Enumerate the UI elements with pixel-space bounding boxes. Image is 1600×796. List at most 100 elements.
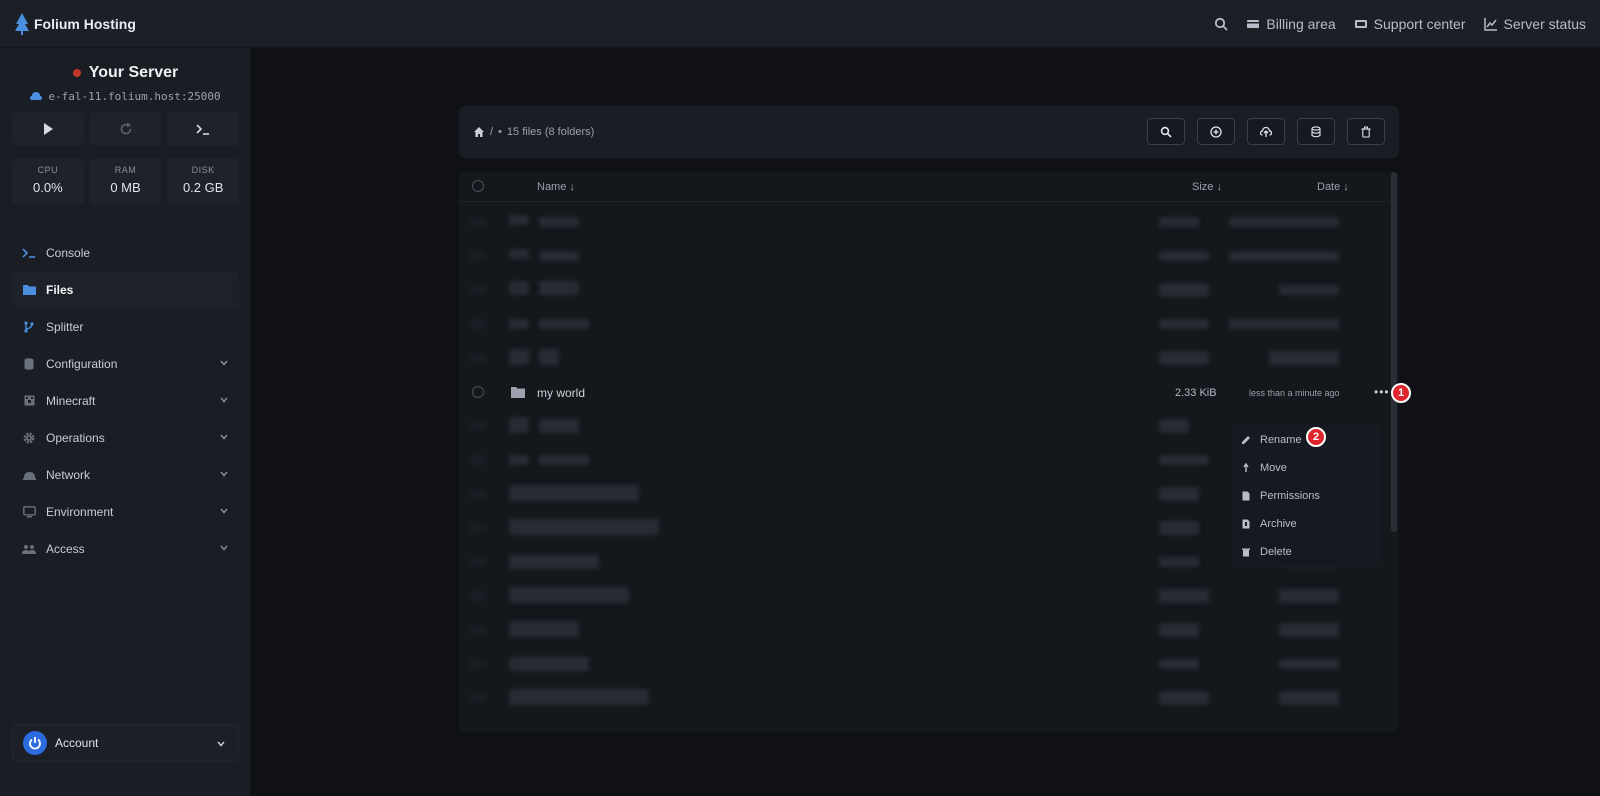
delete-button[interactable] (1347, 118, 1385, 145)
select-all-checkbox[interactable] (472, 180, 484, 192)
permissions-menu-item[interactable]: Permissions (1231, 482, 1381, 510)
file-count-summary: 15 files (8 folders) (506, 126, 595, 138)
file-context-menu: Rename Move Permissions Archive Delete (1231, 424, 1381, 567)
pencil-icon (1242, 436, 1250, 444)
account-menu[interactable]: Account (12, 724, 239, 762)
search-button[interactable] (1214, 17, 1229, 31)
more-options-button[interactable]: ••• (1374, 385, 1390, 399)
file-row-blurred[interactable] (459, 273, 1389, 307)
sidebar-item-splitter[interactable]: Splitter (12, 308, 239, 345)
archive-icon (1242, 519, 1250, 529)
sidebar-item-minecraft[interactable]: Minecraft (12, 382, 239, 419)
support-center-link[interactable]: Support center (1354, 16, 1466, 32)
file-row-blurred[interactable] (459, 205, 1389, 239)
sidebar-item-label: Environment (46, 504, 114, 519)
create-button[interactable] (1197, 118, 1235, 145)
support-center-label: Support center (1373, 15, 1466, 32)
ram-label: RAM (114, 165, 137, 175)
sidebar-item-console[interactable]: Console (12, 234, 239, 271)
server-name: Your Server (88, 64, 179, 81)
brand[interactable]: Folium Hosting (14, 12, 136, 36)
file-row-my-world[interactable]: my world 2.33 KiB less than a minute ago… (459, 375, 1389, 409)
chevron-down-icon (220, 471, 228, 477)
ram-value: 0 MB (110, 180, 141, 195)
column-name[interactable]: Name ↓ (537, 181, 575, 193)
monitor-icon (22, 505, 36, 519)
server-host[interactable]: e-fal-11.folium.host:25000 (0, 90, 251, 103)
sidebar-item-label: Network (46, 467, 91, 482)
sidebar-item-environment[interactable]: Environment (12, 493, 239, 530)
disk-value: 0.2 GB (182, 180, 224, 195)
move-label: Move (1260, 462, 1287, 474)
chevron-down-icon (220, 545, 228, 551)
chevron-down-icon (217, 741, 225, 747)
console-button[interactable] (167, 112, 240, 146)
sidebar-item-label: Minecraft (46, 393, 96, 408)
file-row-blurred[interactable] (459, 613, 1389, 647)
move-menu-item[interactable]: Move (1231, 454, 1381, 482)
server-status-link[interactable]: Server status (1483, 16, 1586, 32)
move-icon (1243, 463, 1249, 472)
cpu-value: 0.0% (33, 180, 63, 195)
search-files-button[interactable] (1147, 118, 1185, 145)
file-row-blurred[interactable] (459, 239, 1389, 273)
trash-icon (1361, 126, 1371, 138)
file-row-blurred[interactable] (459, 307, 1389, 341)
sidebar-item-operations[interactable]: Operations (12, 419, 239, 456)
delete-label: Delete (1260, 546, 1292, 558)
start-button[interactable] (12, 112, 84, 146)
cloud-icon (30, 92, 43, 100)
search-icon (1215, 17, 1229, 31)
sidebar-item-label: Access (46, 541, 85, 556)
restart-icon (120, 122, 131, 135)
delete-menu-item[interactable]: Delete (1231, 538, 1381, 566)
sidebar-item-label: Splitter (46, 319, 84, 334)
breadcrumb: / • 15 files (8 folders) (473, 126, 594, 138)
brand-name: Folium Hosting (34, 15, 136, 32)
breadcrumb-bullet: • (498, 126, 502, 138)
rename-label: Rename (1260, 434, 1302, 446)
server-title: Your Server (0, 64, 251, 82)
breadcrumb-separator: / (490, 126, 494, 138)
sidebar-item-label: Files (46, 282, 74, 297)
file-size: 2.33 KiB (1175, 387, 1217, 399)
column-size[interactable]: Size ↓ (1192, 181, 1222, 193)
row-checkbox[interactable] (472, 386, 484, 398)
file-row-blurred[interactable] (459, 681, 1389, 715)
column-date[interactable]: Date ↓ (1317, 181, 1349, 193)
file-row-blurred[interactable] (459, 341, 1389, 375)
restart-button[interactable] (89, 112, 162, 146)
server-host-address: e-fal-11.folium.host:25000 (48, 90, 221, 103)
billing-area-link[interactable]: Billing area (1246, 16, 1336, 32)
cube-icon (22, 394, 36, 408)
scrollbar[interactable] (1391, 172, 1397, 532)
file-list-header: Name ↓ Size ↓ Date ↓ (459, 172, 1399, 202)
home-icon[interactable] (473, 126, 485, 138)
file-row-blurred[interactable] (459, 579, 1389, 613)
archive-menu-item[interactable]: Archive (1231, 510, 1381, 538)
sidebar-item-configuration[interactable]: Configuration (12, 345, 239, 382)
ram-stat: RAM 0 MB (89, 158, 162, 204)
sidebar-item-network[interactable]: Network (12, 456, 239, 493)
upload-button[interactable] (1247, 118, 1285, 145)
file-row-blurred[interactable] (459, 647, 1389, 681)
step-badge-1: 1 (1391, 383, 1411, 403)
ticket-icon (1354, 19, 1367, 28)
top-nav: Billing area Support center Server statu… (1214, 16, 1586, 32)
cpu-stat: CPU 0.0% (12, 158, 84, 204)
file-name[interactable]: my world (537, 386, 585, 400)
play-icon (43, 123, 53, 135)
resource-stats: CPU 0.0% RAM 0 MB DISK 0.2 GB (12, 158, 240, 204)
power-controls (12, 112, 240, 146)
archive-label: Archive (1260, 518, 1297, 530)
sidebar-item-files[interactable]: Files (12, 271, 239, 308)
card-icon (1247, 19, 1260, 28)
sidebar-menu: Console Files Splitter Configuration Min… (12, 234, 239, 567)
database-button[interactable] (1297, 118, 1335, 145)
file-icon (1242, 491, 1250, 501)
sidebar-item-access[interactable]: Access (12, 530, 239, 567)
disk-stat: DISK 0.2 GB (167, 158, 240, 204)
gear-icon (22, 431, 36, 445)
folder-icon (511, 387, 525, 398)
sidebar: Your Server e-fal-11.folium.host:25000 C… (0, 48, 251, 796)
